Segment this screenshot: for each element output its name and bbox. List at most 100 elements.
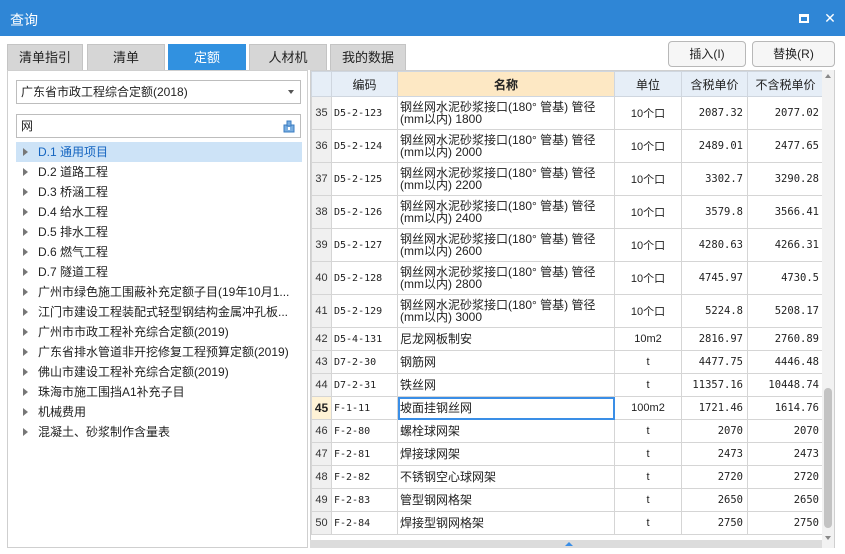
column-header-unit[interactable]: 单位 [614,71,682,97]
table-row[interactable]: 41 D5-2-129 钢丝网水泥砂浆接口(180° 管基) 管径(mm以内) 30… [311,294,824,328]
tree-item[interactable]: D.2 道路工程 [16,162,302,182]
unit-cell[interactable]: 10个口 [614,294,682,328]
name-cell[interactable]: 钢筋网 [397,350,615,374]
row-number[interactable]: 42 [311,327,332,351]
expand-arrow-icon[interactable] [23,308,28,316]
price-notax-cell[interactable]: 2760.89 [747,327,824,351]
row-number[interactable]: 38 [311,195,332,229]
price-tax-cell[interactable]: 2750 [681,511,748,535]
name-cell[interactable]: 钢丝网水泥砂浆接口(180° 管基) 管径(mm以内) 3000 [397,294,615,328]
tree-item[interactable]: 江门市建设工程装配式轻型钢结构金属冲孔板... [16,302,302,322]
expand-arrow-icon[interactable] [23,428,28,436]
row-number[interactable]: 35 [311,96,332,130]
row-number[interactable]: 50 [311,511,332,535]
tree-item[interactable]: 广东省排水管道非开挖修复工程预算定额(2019) [16,342,302,362]
unit-cell[interactable]: t [614,488,682,512]
name-cell[interactable]: 铁丝网 [397,373,615,397]
expand-arrow-icon[interactable] [23,268,28,276]
replace-button[interactable]: 替换(R) [752,41,835,67]
unit-cell[interactable]: t [614,442,682,466]
name-cell[interactable]: 不锈钢空心球网架 [397,465,615,489]
insert-button[interactable]: 插入(I) [668,41,746,67]
expand-arrow-icon[interactable] [23,188,28,196]
tree-item[interactable]: 佛山市建设工程补充综合定额(2019) [16,362,302,382]
price-notax-cell[interactable]: 2750 [747,511,824,535]
price-tax-cell[interactable]: 2650 [681,488,748,512]
table-row[interactable]: 42 D5-4-131 尼龙网板制安 10m2 2816.97 2760.89 [311,327,824,351]
quota-library-select[interactable]: 广东省市政工程综合定额(2018) [16,80,301,104]
close-button[interactable]: ✕ [820,8,840,28]
table-row[interactable]: 44 D7-2-31 铁丝网 t 11357.16 10448.74 [311,373,824,397]
expand-arrow-icon[interactable] [23,348,28,356]
code-cell[interactable]: D5-2-126 [331,195,398,229]
scroll-down-icon[interactable] [825,536,831,540]
table-row[interactable]: 36 D5-2-124 钢丝网水泥砂浆接口(180° 管基) 管径(mm以内) 20… [311,129,824,163]
tree-item[interactable]: D.3 桥涵工程 [16,182,302,202]
tab-list-guide[interactable]: 清单指引 [7,44,83,70]
column-header-price-tax[interactable]: 含税单价 [681,71,748,97]
table-row[interactable]: 47 F-2-81 焊接球网架 t 2473 2473 [311,442,824,466]
table-row[interactable]: 39 D5-2-127 钢丝网水泥砂浆接口(180° 管基) 管径(mm以内) 26… [311,228,824,262]
tab-list[interactable]: 清单 [87,44,165,70]
name-cell[interactable]: 钢丝网水泥砂浆接口(180° 管基) 管径(mm以内) 2200 [397,162,615,196]
row-number[interactable]: 39 [311,228,332,262]
expand-arrow-icon[interactable] [23,228,28,236]
price-tax-cell[interactable]: 2087.32 [681,96,748,130]
code-cell[interactable]: F-1-11 [331,396,398,420]
table-row[interactable]: 50 F-2-84 焊接型钢网格架 t 2750 2750 [311,511,824,535]
expand-arrow-icon[interactable] [23,208,28,216]
price-tax-cell[interactable]: 2720 [681,465,748,489]
code-cell[interactable]: F-2-84 [331,511,398,535]
code-cell[interactable]: D7-2-30 [331,350,398,374]
row-number[interactable]: 46 [311,419,332,443]
price-notax-cell[interactable]: 2650 [747,488,824,512]
expand-arrow-icon[interactable] [23,168,28,176]
column-header-name[interactable]: 名称 [397,71,615,97]
expand-arrow-icon[interactable] [23,388,28,396]
price-tax-cell[interactable]: 3579.8 [681,195,748,229]
unit-cell[interactable]: 100m2 [614,396,682,420]
code-cell[interactable]: D5-2-129 [331,294,398,328]
code-cell[interactable]: D5-2-127 [331,228,398,262]
unit-cell[interactable]: t [614,350,682,374]
code-cell[interactable]: F-2-81 [331,442,398,466]
price-tax-cell[interactable]: 4745.97 [681,261,748,295]
table-row[interactable]: 46 F-2-80 螺栓球网架 t 2070 2070 [311,419,824,443]
price-notax-cell[interactable]: 4730.5 [747,261,824,295]
unit-cell[interactable]: 10个口 [614,96,682,130]
unit-cell[interactable]: 10个口 [614,228,682,262]
tab-labor-material-machine[interactable]: 人材机 [249,44,327,70]
unit-cell[interactable]: 10个口 [614,162,682,196]
name-cell[interactable]: 坡面挂钢丝网 [397,396,615,420]
tree-item[interactable]: D.1 通用项目 [16,142,302,162]
name-cell[interactable]: 螺栓球网架 [397,419,615,443]
table-row[interactable]: 48 F-2-82 不锈钢空心球网架 t 2720 2720 [311,465,824,489]
price-notax-cell[interactable]: 1614.76 [747,396,824,420]
table-row[interactable]: 49 F-2-83 管型钢网格架 t 2650 2650 [311,488,824,512]
price-tax-cell[interactable]: 2070 [681,419,748,443]
name-cell[interactable]: 焊接型钢网格架 [397,511,615,535]
row-number[interactable]: 37 [311,162,332,196]
row-number[interactable]: 49 [311,488,332,512]
tree-item[interactable]: 广州市市政工程补充综合定额(2019) [16,322,302,342]
expand-arrow-icon[interactable] [23,408,28,416]
row-number[interactable]: 40 [311,261,332,295]
code-cell[interactable]: D7-2-31 [331,373,398,397]
unit-cell[interactable]: 10个口 [614,195,682,229]
table-row[interactable]: 35 D5-2-123 钢丝网水泥砂浆接口(180° 管基) 管径(mm以内) 18… [311,96,824,130]
expand-arrow-icon[interactable] [23,288,28,296]
price-notax-cell[interactable]: 4446.48 [747,350,824,374]
scroll-up-icon[interactable] [825,74,831,78]
price-notax-cell[interactable]: 4266.31 [747,228,824,262]
expand-arrow-icon[interactable] [23,328,28,336]
table-row[interactable]: 37 D5-2-125 钢丝网水泥砂浆接口(180° 管基) 管径(mm以内) 22… [311,162,824,196]
expand-arrow-icon[interactable] [23,148,28,156]
price-notax-cell[interactable]: 2720 [747,465,824,489]
unit-cell[interactable]: t [614,419,682,443]
price-notax-cell[interactable]: 2070 [747,419,824,443]
column-header-code[interactable]: 编码 [331,71,398,97]
code-cell[interactable]: F-2-83 [331,488,398,512]
tree-item[interactable]: 珠海市施工围挡A1补充子目 [16,382,302,402]
tree-item[interactable]: 混凝土、砂浆制作含量表 [16,422,302,442]
price-notax-cell[interactable]: 10448.74 [747,373,824,397]
